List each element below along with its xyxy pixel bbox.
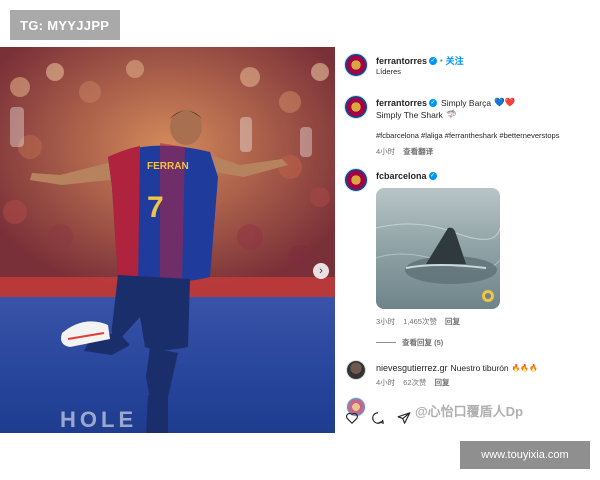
comment-time: 3小时 — [376, 317, 396, 326]
follow-button[interactable]: 关注 — [446, 54, 464, 67]
comment-likes[interactable]: 62次赞 — [403, 377, 426, 388]
caption-line2: Simply The Shark — [376, 109, 443, 120]
chevron-right-icon: › — [319, 264, 323, 277]
svg-text:7: 7 — [147, 191, 164, 224]
caption-username[interactable]: ferrantorres — [376, 98, 427, 108]
post-actions — [345, 411, 411, 425]
verified-icon: ✓ — [429, 56, 438, 65]
tag-badge: TG: MYYJJPP — [10, 10, 120, 40]
comment-avatar-user[interactable] — [346, 360, 366, 380]
svg-text:FERRAN: FERRAN — [147, 161, 189, 172]
replies-divider — [376, 342, 396, 343]
heart-emojis: 💙❤️ — [494, 97, 516, 107]
player-figure: FERRAN 7 — [30, 109, 288, 433]
watermark-text: @心怡口覆盾人Dp — [415, 404, 524, 419]
comment-gif-shark[interactable] — [376, 188, 500, 309]
comment-username[interactable]: fcbarcelona — [376, 171, 427, 181]
comment-time: 4小时 — [376, 378, 396, 387]
reply-button[interactable]: 回复 — [435, 377, 450, 388]
caption-text: Simply Barça — [441, 97, 492, 108]
author-avatar[interactable] — [344, 53, 368, 77]
comment-icon[interactable] — [371, 411, 385, 425]
shark-fin-image — [376, 223, 500, 302]
shark-emoji: 🦈 — [445, 109, 457, 119]
reply-button[interactable]: 回复 — [445, 316, 460, 327]
author-username[interactable]: ferrantorres — [376, 56, 427, 66]
share-icon[interactable] — [397, 411, 411, 425]
caption-avatar[interactable] — [344, 95, 368, 119]
heart-icon[interactable] — [345, 411, 359, 425]
view-replies-button[interactable]: 查看回复 (5) — [402, 337, 443, 348]
translate-button[interactable]: 查看翻译 — [403, 146, 433, 157]
post-sidebar: ferrantorres ✓ • 关注 Líderes ferrantorres… — [340, 47, 600, 433]
site-url-badge: www.touyixia.com — [460, 441, 590, 469]
comment-avatar-fcbarcelona[interactable] — [344, 168, 368, 192]
post-subtitle: Líderes — [376, 67, 402, 76]
post-photo[interactable]: HOLE FERRAN 7 › — [0, 47, 335, 433]
caption-time: 4小时 — [376, 147, 396, 156]
dot-separator: • — [440, 56, 443, 65]
verified-icon: ✓ — [429, 98, 438, 107]
caption-hashtags[interactable]: #fcbarcelona #laliga #ferrantheshark #be… — [376, 131, 559, 140]
comment-text: Nuestro tiburón — [450, 363, 509, 373]
next-image-button[interactable]: › — [313, 263, 329, 279]
comment-username[interactable]: nievesgutierrez.gr — [376, 363, 448, 373]
fire-emojis: 🔥🔥🔥 — [511, 365, 538, 372]
comment-likes[interactable]: 1,465次赞 — [403, 316, 437, 327]
verified-icon: ✓ — [428, 172, 437, 180]
